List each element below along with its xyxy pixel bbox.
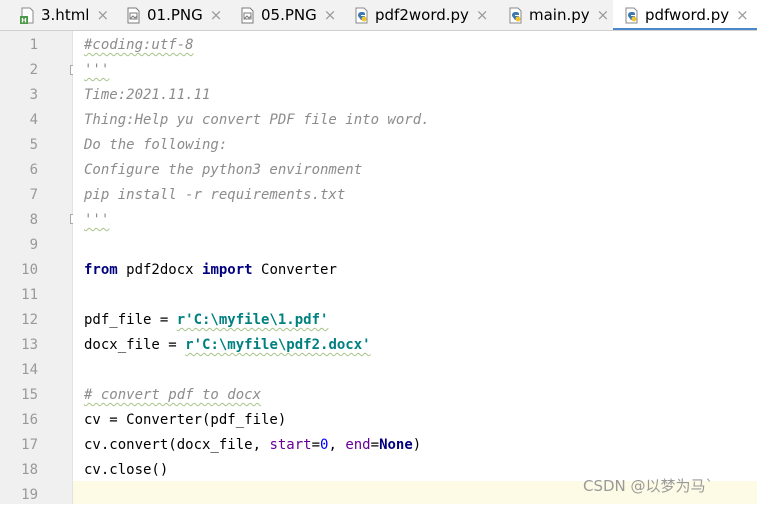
line-number: 2 (29, 62, 38, 78)
operator: = (311, 437, 321, 453)
code-line-5: Do the following: (84, 137, 228, 153)
separator: , (328, 437, 346, 453)
string-literal: r'C:\myfile\pdf2.docx' (185, 337, 371, 353)
paren: ) (412, 437, 422, 453)
watermark: CSDN @以梦为马` (583, 477, 714, 495)
line-number: 14 (21, 362, 38, 378)
code-line-7: pip install -r requirements.txt (84, 187, 346, 203)
code-line-10: from pdf2docx import Converter (84, 258, 337, 283)
tab-label: 01.PNG (147, 6, 203, 24)
line-number: 12 (21, 312, 38, 328)
code-line-15: # convert pdf to docx (84, 383, 261, 408)
code-line-6: Configure the python3 environment (84, 162, 363, 178)
module-name: pdf2docx (117, 262, 203, 278)
keyword-none: None (379, 437, 413, 453)
code-line-13: docx_file = r'C:\myfile\pdf2.docx' (84, 333, 371, 358)
imported-name: Converter (252, 262, 337, 278)
line-number: 1 (29, 37, 38, 53)
line-number: 6 (29, 162, 38, 178)
code-line-12: pdf_file = r'C:\myfile\1.pdf' (84, 308, 328, 333)
line-number: 17 (21, 437, 38, 453)
line-number: 16 (21, 412, 38, 428)
editor-tab-bar: H 3.html × 01.PNG × 05.PNG × pdf2word.py… (0, 0, 757, 31)
tab-label: main.py (529, 6, 590, 24)
line-number: 15 (21, 387, 38, 403)
assignment: docx_file = (84, 337, 186, 353)
line-number: 3 (29, 87, 38, 103)
operator: = (370, 437, 380, 453)
call-text: cv.convert(docx_file, (84, 437, 270, 453)
code-line-3: Time:2021.11.11 (84, 87, 211, 103)
keyword-import: import (202, 262, 253, 278)
line-number: 18 (21, 462, 38, 478)
tab-pdfword-py[interactable]: pdfword.py × (613, 0, 757, 30)
kwarg-start: start (269, 437, 312, 453)
image-file-icon (241, 7, 254, 23)
python-file-icon (625, 7, 638, 23)
close-icon[interactable]: × (96, 6, 109, 24)
line-number: 7 (29, 187, 38, 203)
docstring-close: ''' (84, 212, 110, 228)
code-line-17: cv.convert(docx_file, start=0, end=None) (84, 433, 421, 458)
line-number: 19 (21, 487, 38, 503)
code-line-16: cv = Converter(pdf_file) (84, 412, 287, 428)
svg-text:H: H (21, 16, 26, 23)
keyword-from: from (84, 262, 118, 278)
tab-05-png[interactable]: 05.PNG × (240, 0, 336, 30)
tab-label: 05.PNG (261, 6, 317, 24)
tab-label: 3.html (41, 6, 90, 24)
close-icon[interactable]: × (210, 6, 223, 24)
close-icon[interactable]: × (324, 6, 337, 24)
tab-label: pdfword.py (645, 6, 730, 24)
python-file-icon (355, 7, 368, 23)
line-number: 11 (21, 287, 38, 303)
python-file-icon (509, 7, 522, 23)
close-icon[interactable]: × (476, 6, 489, 24)
kwarg-end: end (345, 437, 371, 453)
html-file-icon: H (20, 7, 34, 24)
assignment: pdf_file = (84, 312, 177, 328)
line-number: 9 (29, 237, 38, 253)
code-line-4: Thing:Help yu convert PDF file into word… (84, 112, 430, 128)
tab-pdf2word-py[interactable]: pdf2word.py × (354, 0, 488, 30)
code-line-2: ''' (84, 58, 109, 83)
comment-text: #coding:utf-8 (84, 37, 194, 53)
line-number: 10 (21, 262, 38, 278)
tab-label: pdf2word.py (375, 6, 469, 24)
line-number: 8 (29, 212, 38, 228)
code-line-18: cv.close() (84, 462, 169, 478)
tab-main-py[interactable]: main.py × (508, 0, 609, 30)
code-line-8: ''' (84, 208, 109, 233)
string-literal: r'C:\myfile\1.pdf' (176, 312, 329, 328)
tab-3-html[interactable]: H 3.html × (20, 0, 109, 30)
line-number: 13 (21, 337, 38, 353)
tab-01-png[interactable]: 01.PNG × (126, 0, 222, 30)
docstring-open: ''' (84, 62, 110, 78)
comment-text: # convert pdf to docx (84, 387, 262, 403)
image-file-icon (127, 7, 140, 23)
line-number: 5 (29, 137, 38, 153)
close-icon[interactable]: × (736, 6, 749, 24)
close-icon[interactable]: × (597, 6, 610, 24)
code-line-1: #coding:utf-8 (84, 33, 194, 58)
line-number: 4 (29, 112, 38, 128)
